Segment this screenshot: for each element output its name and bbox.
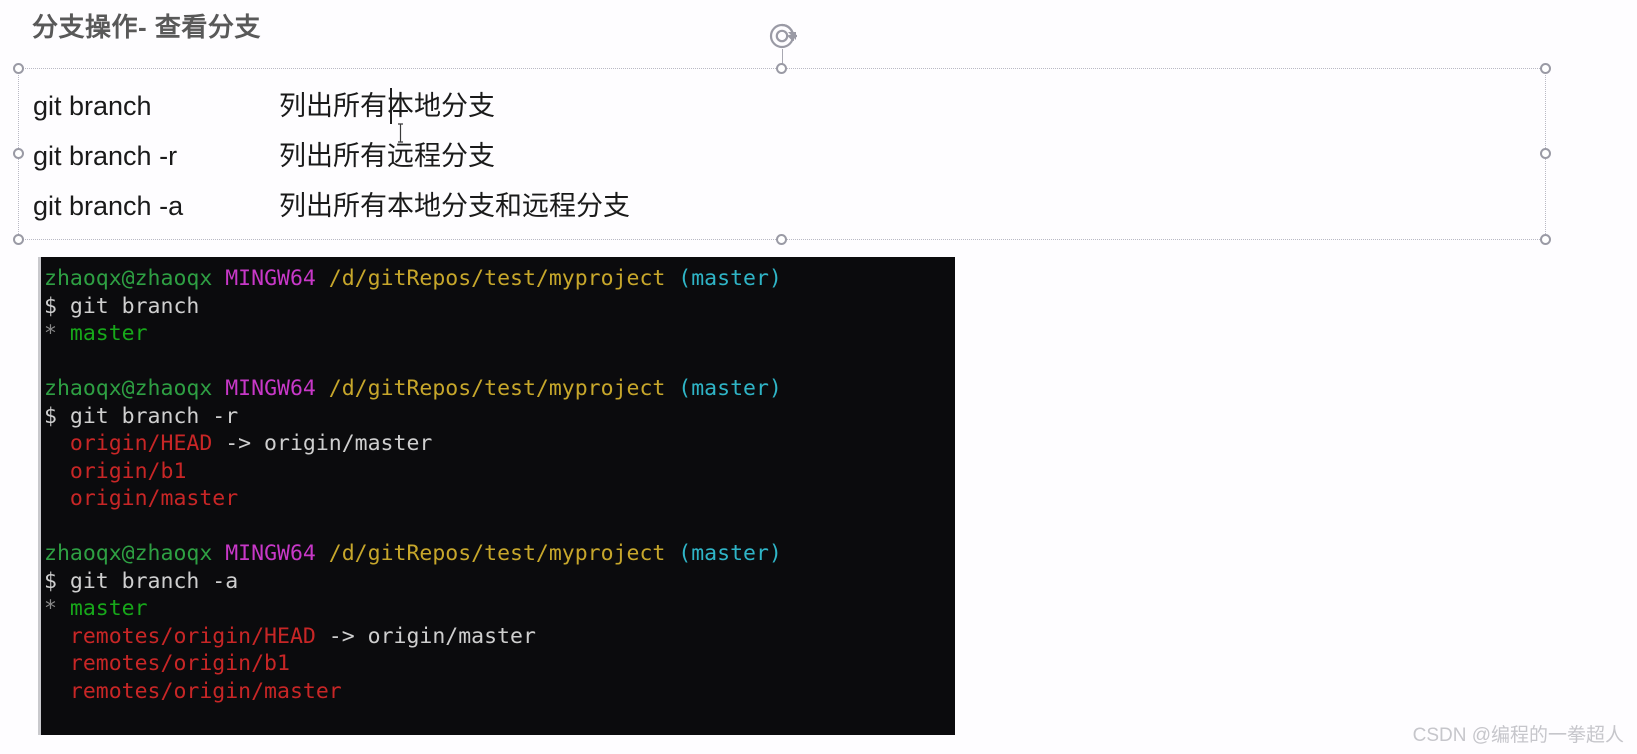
textbox-content[interactable]: git branch 列出所有本地分支 git branch -r 列出所有远程… — [33, 81, 1545, 231]
prompt-branch: (master) — [678, 541, 782, 566]
table-row[interactable]: git branch 列出所有本地分支 — [33, 81, 1545, 143]
command-cell: git branch — [33, 91, 152, 121]
prompt-user: zhaoqx@zhaoqx — [44, 541, 213, 566]
resize-handle-bottom-center[interactable] — [776, 234, 787, 245]
resize-handle-middle-left[interactable] — [13, 148, 24, 159]
branch-name: remotes/origin/master — [69, 678, 342, 704]
prompt-shell: MINGW64 — [225, 541, 316, 566]
command-cell: git branch -r — [33, 141, 178, 171]
terminal-prompt-line: zhaoqx@zhaoqx MINGW64 /d/gitRepos/test/m… — [44, 540, 955, 568]
description-cell: 列出所有本地分支和远程分支 — [279, 191, 630, 221]
csdn-watermark: CSDN @编程的一拳超人 — [1412, 725, 1624, 746]
page-title: 分支操作- 查看分支 — [32, 12, 261, 42]
branch-name: master — [69, 596, 148, 621]
branch-name: origin/HEAD — [69, 431, 213, 456]
terminal-command-line: $ git branch -r — [44, 403, 239, 429]
terminal-screenshot: zhaoqx@zhaoqx MINGW64 /d/gitRepos/test/m… — [38, 257, 955, 735]
text-caret — [390, 88, 392, 124]
description-cell: 列出所有本地分支 — [279, 81, 495, 143]
terminal-output-line: origin/HEAD -> origin/master — [44, 430, 955, 458]
branch-suffix: -> origin/master — [315, 623, 536, 649]
selected-textbox[interactable]: git branch 列出所有本地分支 git branch -r 列出所有远程… — [13, 23, 1551, 245]
branch-name: origin/master — [69, 486, 239, 511]
branch-name: master — [69, 321, 148, 346]
terminal-output-line: * master — [44, 595, 955, 623]
resize-handle-top-right[interactable] — [1540, 63, 1551, 74]
terminal-output-line: remotes/origin/b1 — [44, 650, 955, 678]
prompt-path: /d/gitRepos/test/myproject — [328, 541, 666, 566]
prompt-shell: MINGW64 — [225, 376, 316, 401]
branch-name: remotes/origin/HEAD — [69, 623, 316, 649]
terminal-output-line: origin/master — [44, 485, 955, 513]
rotate-handle[interactable] — [767, 21, 797, 51]
branch-marker: * — [44, 321, 57, 346]
terminal-command-line: $ git branch -a — [44, 568, 239, 594]
terminal-output-line: * master — [44, 320, 955, 348]
prompt-branch: (master) — [678, 266, 782, 291]
branch-name: remotes/origin/b1 — [69, 651, 290, 676]
prompt-shell: MINGW64 — [225, 266, 316, 291]
branch-suffix: -> origin/master — [212, 431, 433, 456]
branch-name: origin/b1 — [69, 458, 187, 484]
terminal-output-line: remotes/origin/master — [44, 678, 955, 706]
prompt-path: /d/gitRepos/test/myproject — [328, 376, 666, 401]
prompt-branch: (master) — [678, 376, 782, 401]
terminal-prompt-line: zhaoqx@zhaoqx MINGW64 /d/gitRepos/test/m… — [44, 375, 955, 403]
description-cell: 列出所有远程分支 — [279, 141, 495, 171]
mouse-ibeam-cursor — [396, 109, 405, 143]
prompt-user: zhaoqx@zhaoqx — [44, 376, 213, 401]
command-cell: git branch -a — [33, 191, 184, 221]
terminal-prompt-line: zhaoqx@zhaoqx MINGW64 /d/gitRepos/test/m… — [44, 265, 955, 293]
prompt-path: /d/gitRepos/test/myproject — [328, 266, 666, 291]
description-text: 列出所有本地分支 — [279, 91, 495, 121]
terminal-output-line: remotes/origin/HEAD -> origin/master — [44, 623, 955, 651]
resize-handle-top-left[interactable] — [13, 63, 24, 74]
table-row[interactable]: git branch -a 列出所有本地分支和远程分支 — [33, 181, 1545, 231]
branch-marker: * — [44, 596, 57, 621]
terminal-command-line: $ git branch — [44, 293, 200, 319]
resize-handle-bottom-right[interactable] — [1540, 234, 1551, 245]
resize-handle-bottom-left[interactable] — [13, 234, 24, 245]
terminal-output-line: origin/b1 — [44, 458, 955, 486]
resize-handle-top-center[interactable] — [776, 63, 787, 74]
table-row[interactable]: git branch -r 列出所有远程分支 — [33, 131, 1545, 181]
prompt-user: zhaoqx@zhaoqx — [44, 266, 213, 291]
